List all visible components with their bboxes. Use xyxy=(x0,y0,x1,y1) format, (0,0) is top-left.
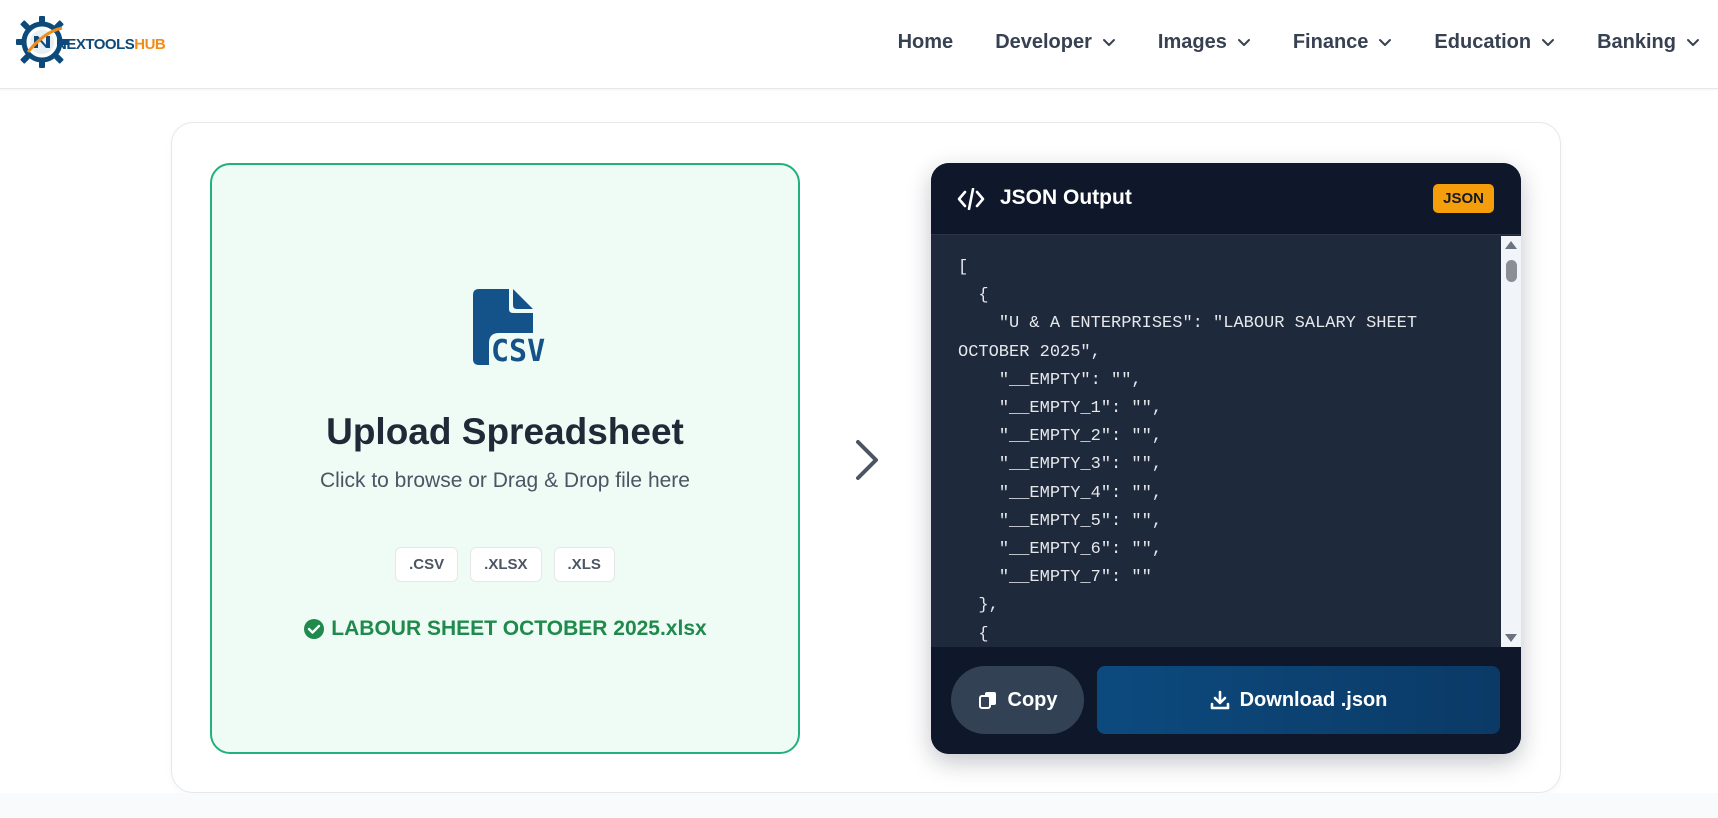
format-chip-csv: .CSV xyxy=(395,547,459,582)
panel-header: JSON Output JSON xyxy=(931,163,1521,235)
format-badge: JSON xyxy=(1433,184,1494,213)
download-icon xyxy=(1210,690,1229,710)
nav-label: Education xyxy=(1434,30,1532,53)
nav-label: Home xyxy=(897,30,954,53)
nav-item-developer[interactable]: Developer xyxy=(995,31,1116,54)
chevron-down-icon xyxy=(1687,39,1699,46)
site-logo[interactable]: NEXTOOLSHUB xyxy=(14,12,166,72)
copy-button[interactable]: Copy xyxy=(951,666,1084,734)
site-header: NEXTOOLSHUB Home Developer Images Financ… xyxy=(0,0,1718,89)
copy-icon xyxy=(978,692,996,709)
json-code: [ { "U & A ENTERPRISES": "LABOUR SALARY … xyxy=(958,258,1418,644)
chevron-down-icon xyxy=(1542,39,1555,46)
chevron-down-icon xyxy=(1379,39,1392,46)
page-bottom xyxy=(0,793,1718,818)
json-code-area[interactable]: [ { "U & A ENTERPRISES": "LABOUR SALARY … xyxy=(931,236,1521,647)
download-label: Download .json xyxy=(1239,688,1388,711)
format-chips: .CSV .XLSX .XLS xyxy=(212,547,798,582)
chevron-down-icon xyxy=(1102,39,1115,46)
check-circle-icon xyxy=(304,619,325,639)
nav-item-home[interactable]: Home xyxy=(898,31,954,54)
chevron-down-icon xyxy=(1237,39,1250,46)
selected-file: LABOUR SHEET OCTOBER 2025.xlsx xyxy=(212,617,798,641)
scrollbar[interactable] xyxy=(1501,236,1521,647)
nav-label: Images xyxy=(1157,30,1227,53)
upload-subtitle: Click to browse or Drag & Drop file here xyxy=(320,469,690,492)
nav-item-banking[interactable]: Banking xyxy=(1597,31,1700,54)
json-output-panel: JSON Output JSON [ { "U & A ENTERPRISES"… xyxy=(931,163,1521,754)
scroll-thumb[interactable] xyxy=(1506,260,1517,282)
nav-label: Finance xyxy=(1292,30,1369,53)
download-json-button[interactable]: Download .json xyxy=(1097,666,1500,734)
panel-footer: Copy Download .json xyxy=(931,647,1521,754)
upload-dropzone[interactable]: CSV Upload Spreadsheet Click to browse o… xyxy=(210,163,800,754)
nav-item-education[interactable]: Education xyxy=(1434,31,1555,54)
nav-item-finance[interactable]: Finance xyxy=(1293,31,1393,54)
copy-label: Copy xyxy=(1007,688,1058,711)
format-chip-xls: .XLS xyxy=(553,547,615,582)
upload-title: Upload Spreadsheet xyxy=(326,411,684,452)
nav-label: Developer xyxy=(995,30,1092,53)
panel-title: JSON Output xyxy=(1000,186,1132,209)
code-icon xyxy=(957,188,985,210)
csv-file-icon: CSV xyxy=(473,289,545,369)
svg-text:CSV: CSV xyxy=(491,334,545,369)
format-chip-xlsx: .XLSX xyxy=(470,547,542,582)
nav-label: Banking xyxy=(1597,30,1676,53)
scroll-up-arrow-icon[interactable] xyxy=(1505,241,1517,249)
main-nav: Home Developer Images Finance Education … xyxy=(856,0,1700,84)
logo-text: NEXTOOLSHUB xyxy=(56,36,166,53)
scroll-down-arrow-icon[interactable] xyxy=(1505,634,1517,642)
nav-item-images[interactable]: Images xyxy=(1158,31,1251,54)
chevron-right-icon xyxy=(856,440,878,480)
selected-file-name: LABOUR SHEET OCTOBER 2025.xlsx xyxy=(331,617,707,640)
